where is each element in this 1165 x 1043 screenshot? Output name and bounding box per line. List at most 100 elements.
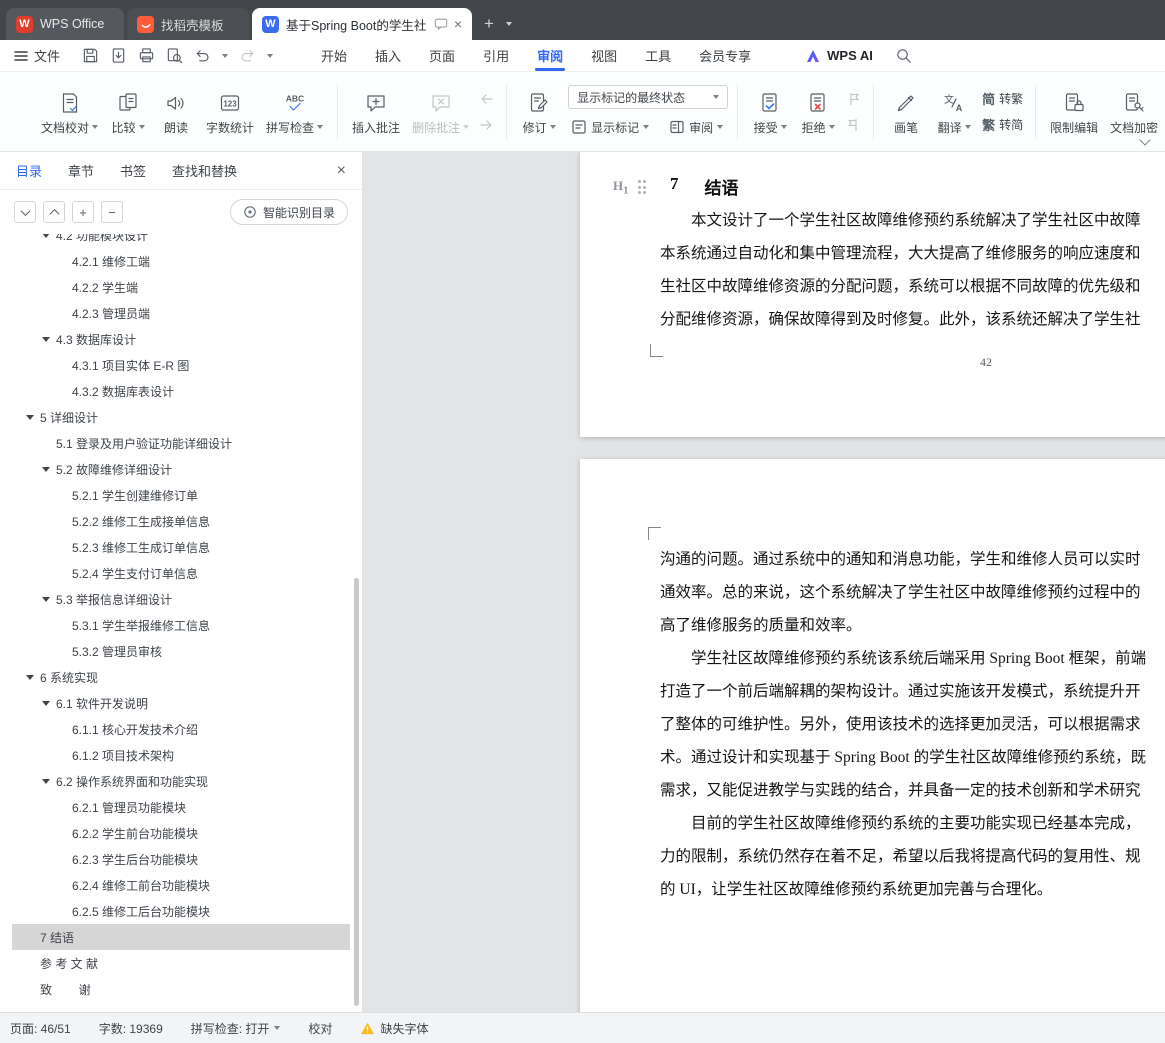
chevron-down-button[interactable] (14, 201, 36, 223)
toc-item[interactable]: 参 考 文 献 (12, 950, 350, 976)
menu-tab-1[interactable]: 开始 (307, 40, 361, 71)
toc-expand-arrow-icon[interactable] (42, 467, 56, 472)
prev-comment-button[interactable] (476, 88, 497, 110)
delete-comment-button[interactable]: 删除批注 (407, 85, 474, 139)
toc-item[interactable]: 6.2.1 管理员功能模块 (12, 794, 350, 820)
accept-revision-button[interactable]: 接受 (747, 85, 793, 139)
toc-item[interactable]: 4.2.1 维修工端 (12, 248, 350, 274)
prev-change-button[interactable] (843, 88, 864, 110)
toc-item[interactable]: 4.3.2 数据库表设计 (12, 378, 350, 404)
insert-comment-button[interactable]: 插入批注 (347, 85, 405, 139)
document-text-line[interactable]: 通效率。总的来说，这个系统解决了学生社区中故障维修预约过程中的 (660, 576, 1146, 609)
document-text-line[interactable]: 目前的学生社区故障维修预约系统的主要功能实现已经基本完成， (660, 807, 1146, 840)
next-change-button[interactable] (843, 114, 864, 136)
toc-expand-arrow-icon[interactable] (42, 701, 56, 706)
toc-item[interactable]: 5 详细设计 (12, 404, 350, 430)
proofread-button[interactable]: 校对 (308, 1020, 332, 1037)
page2-text[interactable]: 沟通的问题。通过系统中的通知和消息功能，学生和维修人员可以实时 通效率。总的来说，… (660, 543, 1146, 906)
spellcheck-indicator[interactable]: 拼写检查: 打开 (191, 1020, 281, 1037)
undo-button[interactable] (194, 47, 211, 64)
toc-item[interactable]: 4.2 功能模块设计 (12, 234, 350, 248)
document-text-line[interactable]: 沟通的问题。通过系统中的通知和消息功能，学生和维修人员可以实时 (660, 543, 1146, 576)
document-text-line[interactable]: 本文设计了一个学生社区故障维修预约系统解决了学生社区中故障 (660, 204, 1141, 237)
print-button[interactable] (138, 47, 155, 64)
reject-revision-button[interactable]: 拒绝 (795, 85, 841, 139)
toc-item[interactable]: 6.2.5 维修工后台功能模块 (12, 898, 350, 924)
toc-item[interactable]: 6.1.2 项目技术架构 (12, 742, 350, 768)
toc-expand-arrow-icon[interactable] (42, 337, 56, 342)
document-text-line[interactable]: 高了维修服务的质量和效率。 (660, 609, 1146, 642)
window-tab-document[interactable]: W 基于Spring Boot的学生社区 × (252, 8, 472, 40)
track-changes-button[interactable]: 修订 (516, 85, 562, 139)
toc-item[interactable]: 5.2.3 维修工生成订单信息 (12, 534, 350, 560)
toc-expand-arrow-icon[interactable] (42, 597, 56, 602)
missing-font-warning[interactable]: 缺失字体 (360, 1020, 428, 1037)
sidebar-tab-1[interactable]: 目录 (16, 161, 42, 180)
markup-state-dropdown[interactable]: 显示标记的最终状态 (568, 85, 729, 109)
heading-level-badge[interactable]: H1 (613, 178, 629, 197)
menu-tab-8[interactable]: 会员专享 (685, 40, 765, 71)
undo-dropdown-chevron[interactable] (222, 53, 229, 58)
toc-item[interactable]: 6.2.2 学生前台功能模块 (12, 820, 350, 846)
document-text-line[interactable]: 打造了一个前后端解耦的架构设计。通过实施该开发模式，系统提升开 (660, 675, 1146, 708)
toc-item[interactable]: 5.2.1 学生创建维修订单 (12, 482, 350, 508)
translate-button[interactable]: 文A 翻译 (931, 85, 977, 139)
toc-item[interactable]: 4.3.1 项目实体 E-R 图 (12, 352, 350, 378)
toc-item[interactable]: 6.2.3 学生后台功能模块 (12, 846, 350, 872)
simplified-to-traditional-button[interactable]: 简 转繁 (979, 88, 1026, 110)
encrypt-document-button[interactable]: 文档加密 (1105, 85, 1163, 139)
page-indicator[interactable]: 页面: 46/51 (10, 1020, 71, 1037)
window-tab-docer[interactable]: 找稻壳模板 (127, 8, 249, 40)
toc-item[interactable]: 6.1 软件开发说明 (12, 690, 350, 716)
quick-toolbar-more-chevron[interactable] (267, 53, 274, 58)
toc-item[interactable]: 6 系统实现 (12, 664, 350, 690)
menu-tab-3[interactable]: 页面 (415, 40, 469, 71)
sidebar-tab-2[interactable]: 章节 (68, 161, 94, 180)
sidebar-tab-3[interactable]: 书签 (120, 161, 146, 180)
toc-item[interactable]: 致 谢 (12, 976, 350, 1002)
traditional-to-simplified-button[interactable]: 繁 转简 (979, 114, 1026, 136)
document-text-line[interactable]: 生社区中故障维修资源的分配问题，系统可以根据不同故障的优先级和 (660, 270, 1141, 303)
tab-list-chevron[interactable] (505, 15, 512, 32)
wps-ai-button[interactable]: WPS AI (805, 40, 873, 71)
toc-item[interactable]: 6.2.4 维修工前台功能模块 (12, 872, 350, 898)
toc-item[interactable]: 4.2.3 管理员端 (12, 300, 350, 326)
document-text-line[interactable]: 术。通过设计和实现基于 Spring Boot 的学生社区故障维修预约系统，既 (660, 741, 1146, 774)
window-tab-wps-office[interactable]: W WPS Office (6, 8, 124, 40)
document-text-line[interactable]: 学生社区故障维修预约系统该系统后端采用 Spring Boot 框架，前端 (660, 642, 1146, 675)
toc-item[interactable]: 7 结语 (12, 924, 350, 950)
document-text-line[interactable]: 需求，又能促进教学与实践的结合，并具备一定的技术创新和学术研究 (660, 774, 1146, 807)
toc-item[interactable]: 6.2 操作系统界面和功能实现 (12, 768, 350, 794)
file-menu-button[interactable]: 文件 (14, 40, 60, 71)
smart-toc-button[interactable]: 智能识别目录 (229, 199, 348, 225)
next-comment-button[interactable] (476, 114, 497, 136)
search-button[interactable] (895, 40, 912, 71)
menu-tab-7[interactable]: 工具 (631, 40, 685, 71)
page-43[interactable]: 沟通的问题。通过系统中的通知和消息功能，学生和维修人员可以实时 通效率。总的来说，… (580, 459, 1165, 1012)
document-text-line[interactable]: 分配维修资源，确保故障得到及时修复。此外，该系统还解决了学生社 (660, 303, 1141, 336)
spell-check-button[interactable]: ABC 拼写检查 (261, 85, 328, 139)
toc-item[interactable]: 4.3 数据库设计 (12, 326, 350, 352)
save-button[interactable] (82, 47, 99, 64)
toc-item[interactable]: 5.3.1 学生举报维修工信息 (12, 612, 350, 638)
sidebar-scrollbar-thumb[interactable] (354, 578, 359, 1006)
document-text-line[interactable]: 本系统通过自动化和集中管理流程，大大提高了维修服务的响应速度和 (660, 237, 1141, 270)
document-text-line[interactable]: 的 UI，让学生社区故障维修预约系统更加完善与合理化。 (660, 873, 1146, 906)
redo-button[interactable] (239, 47, 256, 64)
word-count-button[interactable]: 123 字数统计 (201, 85, 259, 139)
toc-item[interactable]: 5.3.2 管理员审核 (12, 638, 350, 664)
restrict-editing-button[interactable]: 限制编辑 (1045, 85, 1103, 139)
export-pdf-button[interactable] (110, 47, 127, 64)
page-42[interactable]: H1 7 结语 本文设计了一个学生社区故障维修预约系统解决了学生社区中故障 本系统通… (580, 152, 1165, 437)
toc-item[interactable]: 5.2.4 学生支付订单信息 (12, 560, 350, 586)
pen-button[interactable]: 画笔 (883, 85, 929, 139)
chevron-up-button[interactable] (43, 201, 65, 223)
menu-tab-6[interactable]: 视图 (577, 40, 631, 71)
menu-tab-4[interactable]: 引用 (469, 40, 523, 71)
toc-item[interactable]: 4.2.2 学生端 (12, 274, 350, 300)
toc-expand-arrow-icon[interactable] (26, 415, 40, 420)
show-markup-button[interactable]: 显示标记 (568, 116, 652, 138)
read-aloud-button[interactable]: 朗读 (153, 85, 199, 139)
close-tab-icon[interactable]: × (454, 17, 462, 31)
doc-proofing-button[interactable]: 文档校对 (36, 85, 103, 139)
